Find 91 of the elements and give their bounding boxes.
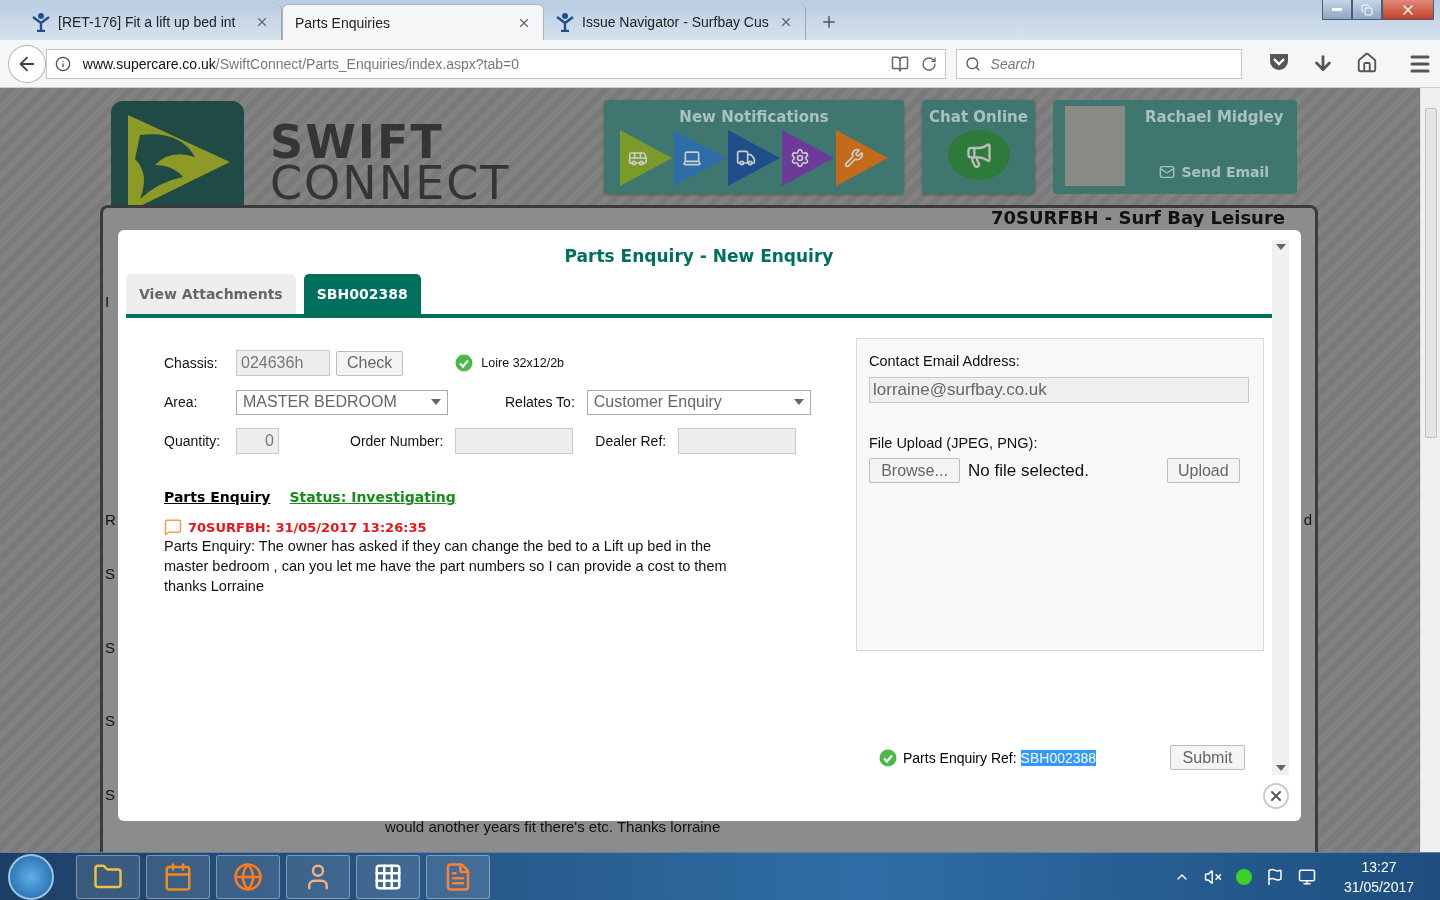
logo-text: CONNECT — [270, 163, 511, 204]
table-cell: S — [105, 639, 115, 656]
grid-icon[interactable] — [356, 854, 420, 899]
panel-title: Chat Online — [929, 108, 1028, 126]
chassis-field[interactable]: 024636h — [236, 350, 330, 376]
browse-button[interactable]: Browse... — [869, 458, 960, 483]
chassis-result: Loire 32x12/2b — [481, 356, 565, 370]
field-label: Chassis: — [164, 355, 219, 371]
caret-icon — [1275, 244, 1286, 250]
minimize-button[interactable] — [1322, 0, 1352, 20]
close-icon — [1268, 788, 1284, 804]
start-button[interactable] — [8, 853, 54, 900]
caret-icon — [1275, 765, 1286, 771]
status-icon[interactable] — [1235, 868, 1252, 885]
document-icon[interactable] — [426, 854, 490, 899]
email-field[interactable]: lorraine@surfbay.co.uk — [869, 377, 1249, 403]
restore-button[interactable] — [1352, 0, 1382, 20]
field-label: Area: — [164, 394, 199, 410]
volume-muted-icon[interactable] — [1203, 867, 1222, 886]
table-cell-text: would another years fit there's etc. Thanks lorraine — [385, 817, 721, 835]
envelope-icon — [1159, 164, 1176, 180]
profile-name: Rachael Midgley — [1145, 108, 1284, 126]
reference-value: SBH002388 — [1020, 749, 1097, 766]
network-icon[interactable] — [1297, 867, 1316, 886]
table-cell: S — [105, 565, 115, 582]
status-link[interactable]: Status: Investigating — [289, 489, 456, 505]
check-button[interactable]: Check — [336, 350, 404, 376]
reference-label: Parts Enquiry Ref: — [903, 749, 1017, 766]
dealer-ref-field[interactable] — [678, 428, 797, 454]
restore-icon — [1361, 3, 1373, 16]
home-icon[interactable] — [1356, 51, 1378, 74]
area-select[interactable]: MASTER BEDROOM — [236, 389, 448, 415]
panel-title: New Notifications — [679, 108, 829, 126]
folder-icon[interactable] — [76, 854, 140, 899]
shield-icon[interactable] — [1268, 51, 1290, 72]
search-field[interactable]: Search — [988, 54, 1229, 73]
check-icon — [455, 354, 474, 372]
clock[interactable]: 13:27 31/05/2017 — [1343, 856, 1414, 897]
close-icon[interactable] — [255, 15, 269, 29]
field-label: Contact Email Address: — [869, 353, 1021, 369]
close-button[interactable] — [1382, 0, 1434, 20]
info-icon[interactable] — [54, 55, 71, 72]
upload-button[interactable]: Upload — [1166, 458, 1240, 483]
relates-to-select[interactable]: Customer Enquiry — [586, 389, 811, 415]
calendar-icon[interactable] — [146, 854, 210, 899]
logo-text: SWIFT — [270, 122, 444, 163]
reload-icon[interactable] — [920, 55, 937, 72]
file-status: No file selected. — [968, 460, 1089, 481]
user-icon[interactable] — [286, 854, 350, 899]
send-email-link[interactable]: Send Email — [1159, 164, 1270, 180]
table-cell: d — [1303, 511, 1312, 528]
chat-panel[interactable]: Chat Online — [922, 100, 1035, 194]
tab[interactable]: SBH002388 — [303, 274, 421, 314]
reader-icon[interactable] — [890, 54, 909, 73]
close-icon[interactable] — [779, 15, 793, 29]
field-label: Dealer Ref: — [595, 433, 667, 449]
check-icon — [879, 748, 897, 767]
caret-icon — [431, 399, 441, 405]
field-label: Quantity: — [164, 433, 222, 449]
field-label: File Upload (JPEG, PNG): — [869, 435, 1039, 451]
search-icon — [964, 55, 981, 72]
quantity-field[interactable]: 0 — [236, 428, 279, 454]
table-cell: S — [105, 786, 115, 803]
figure-icon — [556, 12, 574, 32]
table-cell: R — [105, 511, 116, 528]
scrollbar-thumb[interactable] — [1424, 108, 1437, 438]
tab[interactable]: View Attachments — [126, 274, 296, 314]
dialog-title: Parts Enquiry - New Enquiry — [564, 246, 834, 266]
dealer-title: 70SURFBH - Surf Bay Leisure — [990, 209, 1285, 227]
comment-author: 70SURFBH: 31/05/2017 13:26:35 — [188, 519, 427, 535]
scrollbar[interactable] — [1420, 88, 1440, 852]
field-label: Relates To: — [505, 394, 575, 410]
minimize-icon — [1332, 8, 1342, 11]
flag-icon[interactable] — [1265, 867, 1284, 886]
table-cell: I — [105, 293, 110, 310]
new-tab-icon[interactable] — [820, 13, 838, 31]
figure-icon — [32, 12, 50, 32]
search-bar[interactable]: Search — [955, 48, 1242, 79]
field-label: Order Number: — [350, 433, 444, 449]
scrollbar[interactable] — [1272, 240, 1289, 775]
submit-button[interactable]: Submit — [1170, 745, 1245, 770]
url-field[interactable]: www.supercare.co.uk/SwiftConnect/Parts_Enquiries/index.aspx?tab=0 — [45, 48, 946, 79]
table-cell: S — [105, 712, 115, 729]
caret-icon — [793, 399, 804, 405]
comment-icon — [164, 518, 182, 536]
order-number-field[interactable] — [455, 428, 574, 454]
browser-tab[interactable]: Parts Enquiries — [282, 4, 544, 40]
comment-text: Parts Enquiry: The owner has asked if they can change the bed to a Lift up bed in the master bedroom , can you let me have the part numbers so I can provide a cost to them thanks Lorraine — [164, 537, 728, 596]
enquiry-link[interactable]: Parts Enquiry — [164, 489, 271, 505]
globe-icon[interactable] — [216, 854, 280, 899]
back-button[interactable] — [8, 44, 46, 83]
